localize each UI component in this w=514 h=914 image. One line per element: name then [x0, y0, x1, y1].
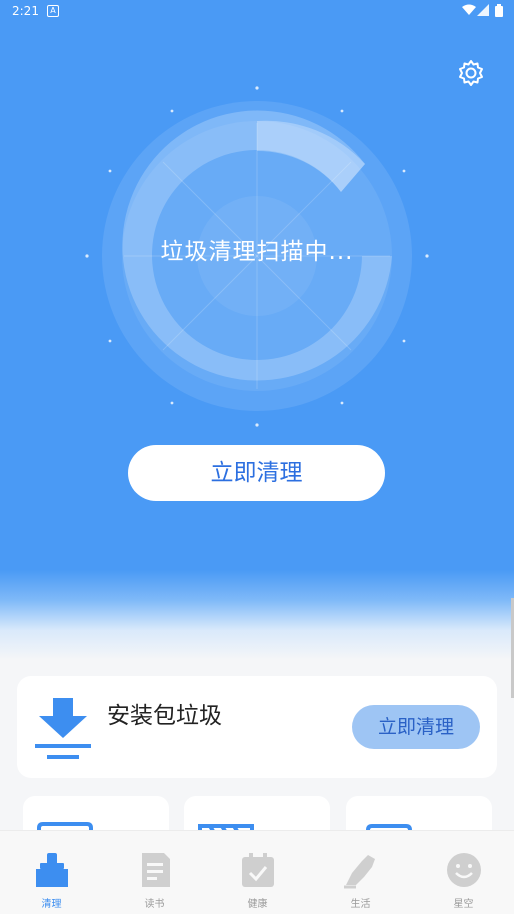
scan-status-text: 垃圾清理扫描中... — [160, 239, 354, 265]
calendar-check-icon — [242, 853, 274, 887]
tab-label: 星空 — [453, 899, 474, 910]
shoe-icon — [344, 855, 375, 889]
install-package-junk-card: 安装包垃圾 立即清理 — [17, 676, 497, 778]
card-clean-now-button[interactable]: 立即清理 — [352, 705, 480, 749]
book-icon — [142, 853, 170, 887]
clean-now-button[interactable]: 立即清理 — [128, 445, 385, 501]
bottom-tab-bar: 清理 读书 健康 生活 星空 — [0, 830, 514, 914]
tab-starry-sky[interactable]: 星空 — [412, 831, 514, 914]
smiley-icon — [447, 853, 481, 887]
tab-life[interactable]: 生活 — [309, 831, 412, 914]
tab-health[interactable]: 健康 — [206, 831, 309, 914]
download-package-icon — [35, 698, 91, 759]
tab-clean[interactable]: 清理 — [0, 831, 103, 914]
tab-reading[interactable]: 读书 — [103, 831, 206, 914]
scan-radar-graphic — [85, 86, 429, 427]
tab-label: 清理 — [41, 899, 62, 910]
card-title: 安装包垃圾 — [107, 703, 222, 729]
tab-label: 健康 — [247, 899, 268, 910]
tab-label: 生活 — [350, 899, 371, 910]
tab-label: 读书 — [144, 899, 165, 910]
broom-icon — [36, 853, 68, 887]
